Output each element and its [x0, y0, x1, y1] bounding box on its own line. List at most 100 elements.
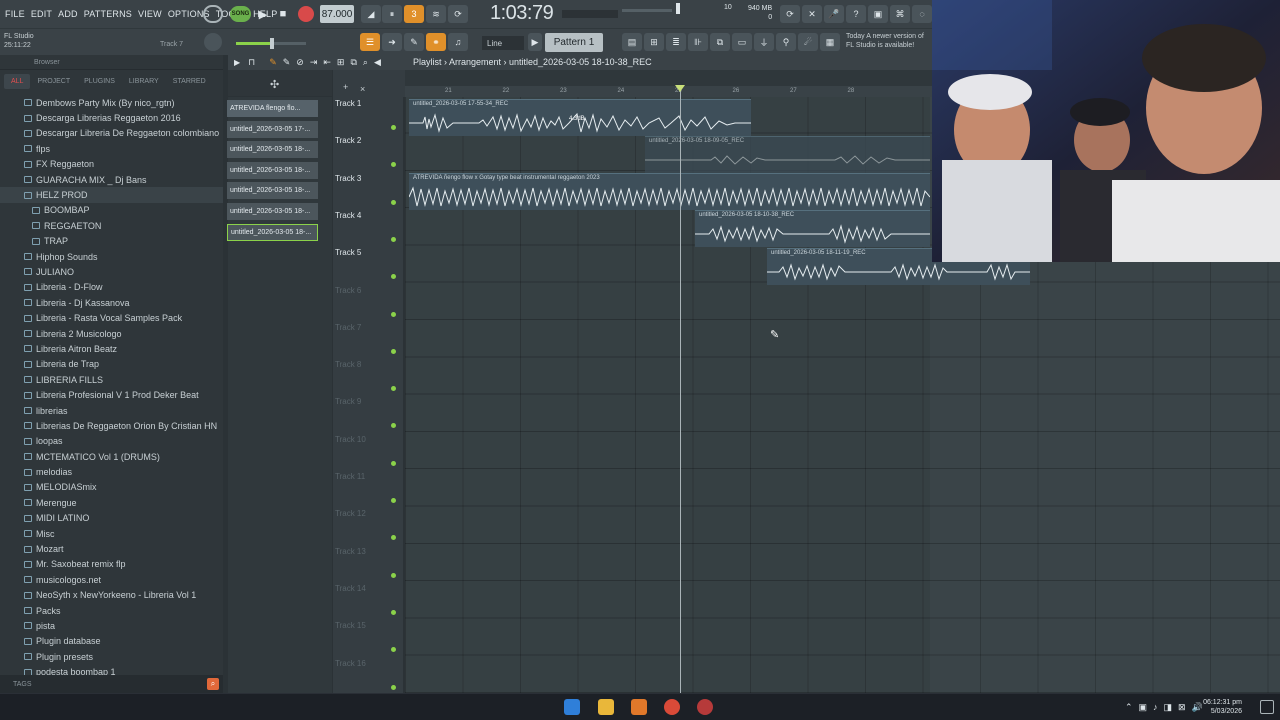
- track-name[interactable]: Track 5: [335, 248, 361, 257]
- track-name[interactable]: Track 13: [335, 547, 366, 556]
- select-tool-icon[interactable]: ⧉: [350, 57, 356, 68]
- link-icon[interactable]: ⚭: [426, 33, 446, 51]
- browser-folder[interactable]: pista: [0, 618, 223, 633]
- mute-icon[interactable]: ♫: [448, 33, 468, 51]
- clip-source-item[interactable]: untitled_2026-03-05 18-...: [227, 202, 318, 220]
- tab-all[interactable]: ALL: [4, 73, 31, 89]
- track-mute-led[interactable]: [391, 311, 396, 317]
- browser-folder[interactable]: BOOMBAP: [0, 203, 223, 218]
- track-mute-led[interactable]: [391, 423, 396, 429]
- countdown-icon[interactable]: 3: [404, 5, 424, 23]
- browser-view-icon[interactable]: ⧉: [710, 33, 730, 51]
- track-name[interactable]: Track 14: [335, 584, 366, 593]
- play-button[interactable]: ▶: [255, 5, 271, 23]
- zoom-tool-icon[interactable]: ⌕: [363, 57, 368, 68]
- track-mute-led[interactable]: [391, 460, 396, 466]
- refresh-icon[interactable]: ⟳: [780, 5, 800, 23]
- tempo-tapper-icon[interactable]: ☄: [798, 33, 818, 51]
- track-mute-led[interactable]: [391, 535, 396, 541]
- project-view-icon[interactable]: ▭: [732, 33, 752, 51]
- draw-tool-icon[interactable]: ✎: [404, 33, 424, 51]
- track-mute-led[interactable]: [391, 572, 396, 578]
- browser-folder[interactable]: Merengue: [0, 495, 223, 510]
- plugin-icon[interactable]: ⌘: [890, 5, 910, 23]
- browser-folder[interactable]: Plugin database: [0, 634, 223, 649]
- add-clip-icon[interactable]: ✣: [270, 78, 279, 91]
- paint-tool-icon[interactable]: ✎: [283, 57, 291, 68]
- track-name[interactable]: Track 2: [335, 136, 361, 145]
- track-name[interactable]: Track 16: [335, 659, 366, 668]
- browser-folder[interactable]: MIDI LATINO: [0, 511, 223, 526]
- clip-source-item[interactable]: untitled_2026-03-05 18-...: [227, 223, 318, 241]
- track-mute-led[interactable]: [391, 609, 396, 615]
- track-name[interactable]: Track 6: [335, 286, 361, 295]
- browser-folder[interactable]: MELODIASmix: [0, 480, 223, 495]
- touch-controller-icon[interactable]: ⚲: [776, 33, 796, 51]
- slice-tool-icon[interactable]: ⊞: [337, 57, 345, 68]
- browser-folder[interactable]: LIBRERIA FILLS: [0, 372, 223, 387]
- browser-folder[interactable]: Plugin presets: [0, 649, 223, 664]
- track-name[interactable]: Track 3: [335, 174, 361, 183]
- tab-project[interactable]: PROJECT: [30, 74, 77, 89]
- track-mute-led[interactable]: [391, 199, 396, 205]
- track-mute-led[interactable]: [391, 684, 396, 690]
- menu-patterns[interactable]: PATTERNS: [84, 9, 132, 19]
- clip-source-item[interactable]: ATREVIDA flengo flo...: [227, 100, 318, 117]
- microphone-icon[interactable]: 🎤: [824, 5, 844, 23]
- main-volume-slider[interactable]: [236, 38, 306, 49]
- record-button[interactable]: [298, 6, 314, 22]
- mixer-icon[interactable]: ✕: [802, 5, 822, 23]
- mixer-view-icon[interactable]: ⊪: [688, 33, 708, 51]
- audio-clip-3[interactable]: ATREVIDA ñengo flow x Gotay type beat in…: [409, 173, 930, 210]
- track-name[interactable]: Track 12: [335, 509, 366, 518]
- notifications-icon[interactable]: [1260, 700, 1274, 714]
- master-volume-slider[interactable]: [622, 9, 672, 12]
- tab-starred[interactable]: STARRED: [166, 74, 213, 89]
- browser-folder[interactable]: REGGAETON: [0, 218, 223, 233]
- tab-plugins[interactable]: PLUGINS: [77, 74, 122, 89]
- fl-studio-taskbar-icon[interactable]: [631, 699, 647, 715]
- browser-folder[interactable]: Libreria Aitron Beatz: [0, 341, 223, 356]
- song-mode-button[interactable]: SONG: [230, 6, 251, 22]
- browser-folder[interactable]: FX Reggaeton: [0, 157, 223, 172]
- metronome-icon[interactable]: ◢: [361, 5, 381, 23]
- playlist-icon[interactable]: ▤: [622, 33, 642, 51]
- track-name[interactable]: Track 4: [335, 211, 361, 220]
- menu-view[interactable]: VIEW: [138, 9, 162, 19]
- chat-icon[interactable]: ◌: [912, 5, 932, 23]
- browser-folder[interactable]: Libreria Profesional V 1 Prod Deker Beat: [0, 387, 223, 402]
- track-mute-led[interactable]: [391, 647, 396, 653]
- windows-start-icon[interactable]: [564, 699, 580, 715]
- track-mute-led[interactable]: [391, 498, 396, 503]
- browser-folder[interactable]: librerias: [0, 403, 223, 418]
- add-track-icon[interactable]: +: [343, 82, 348, 92]
- track-name[interactable]: Track 10: [335, 435, 366, 444]
- browser-folder[interactable]: Dembows Party Mix (By nico_rgtn): [0, 95, 223, 110]
- browser-folder[interactable]: Libreria - Dj Kassanova: [0, 295, 223, 310]
- playlist-view-icon[interactable]: ☰: [360, 33, 380, 51]
- browser-folder[interactable]: Hiphop Sounds: [0, 249, 223, 264]
- browser-folder[interactable]: musicologos.net: [0, 572, 223, 587]
- browser-folder[interactable]: TRAP: [0, 234, 223, 249]
- track-mute-led[interactable]: [391, 125, 396, 130]
- arrow-tool-icon[interactable]: ➜: [382, 33, 402, 51]
- track-name[interactable]: Track 1: [335, 99, 361, 108]
- search-icon[interactable]: ⌕: [207, 678, 219, 690]
- track-name[interactable]: Track 7: [335, 323, 361, 332]
- menu-edit[interactable]: EDIT: [31, 9, 52, 19]
- stop-button[interactable]: ■: [275, 5, 291, 23]
- clock[interactable]: 06:12:31 pm 5/03/2026: [1203, 698, 1242, 716]
- browser-folder[interactable]: Libreria - D-Flow: [0, 280, 223, 295]
- browser-folder[interactable]: HELZ PROD: [0, 187, 223, 203]
- browser-folder[interactable]: Descarga Librerias Reggaeton 2016: [0, 110, 223, 125]
- slip-tool-icon[interactable]: ⇤: [323, 57, 331, 68]
- audio-clip-1[interactable]: untitled_2026-03-05 17-55-34_REC 4.3dB: [409, 99, 751, 136]
- browser-folder[interactable]: Mr. Saxobeat remix flp: [0, 557, 223, 572]
- track-mute-led[interactable]: [391, 348, 396, 354]
- browser-folder[interactable]: loopas: [0, 434, 223, 449]
- clip-source-item[interactable]: untitled_2026-03-05 18-...: [227, 161, 318, 179]
- browser-folder[interactable]: GUARACHA MIX _ Dj Bans: [0, 172, 223, 187]
- browser-folder[interactable]: JULIANO: [0, 264, 223, 279]
- track-mute-led[interactable]: [391, 236, 396, 242]
- master-pitch-knob[interactable]: [204, 33, 222, 51]
